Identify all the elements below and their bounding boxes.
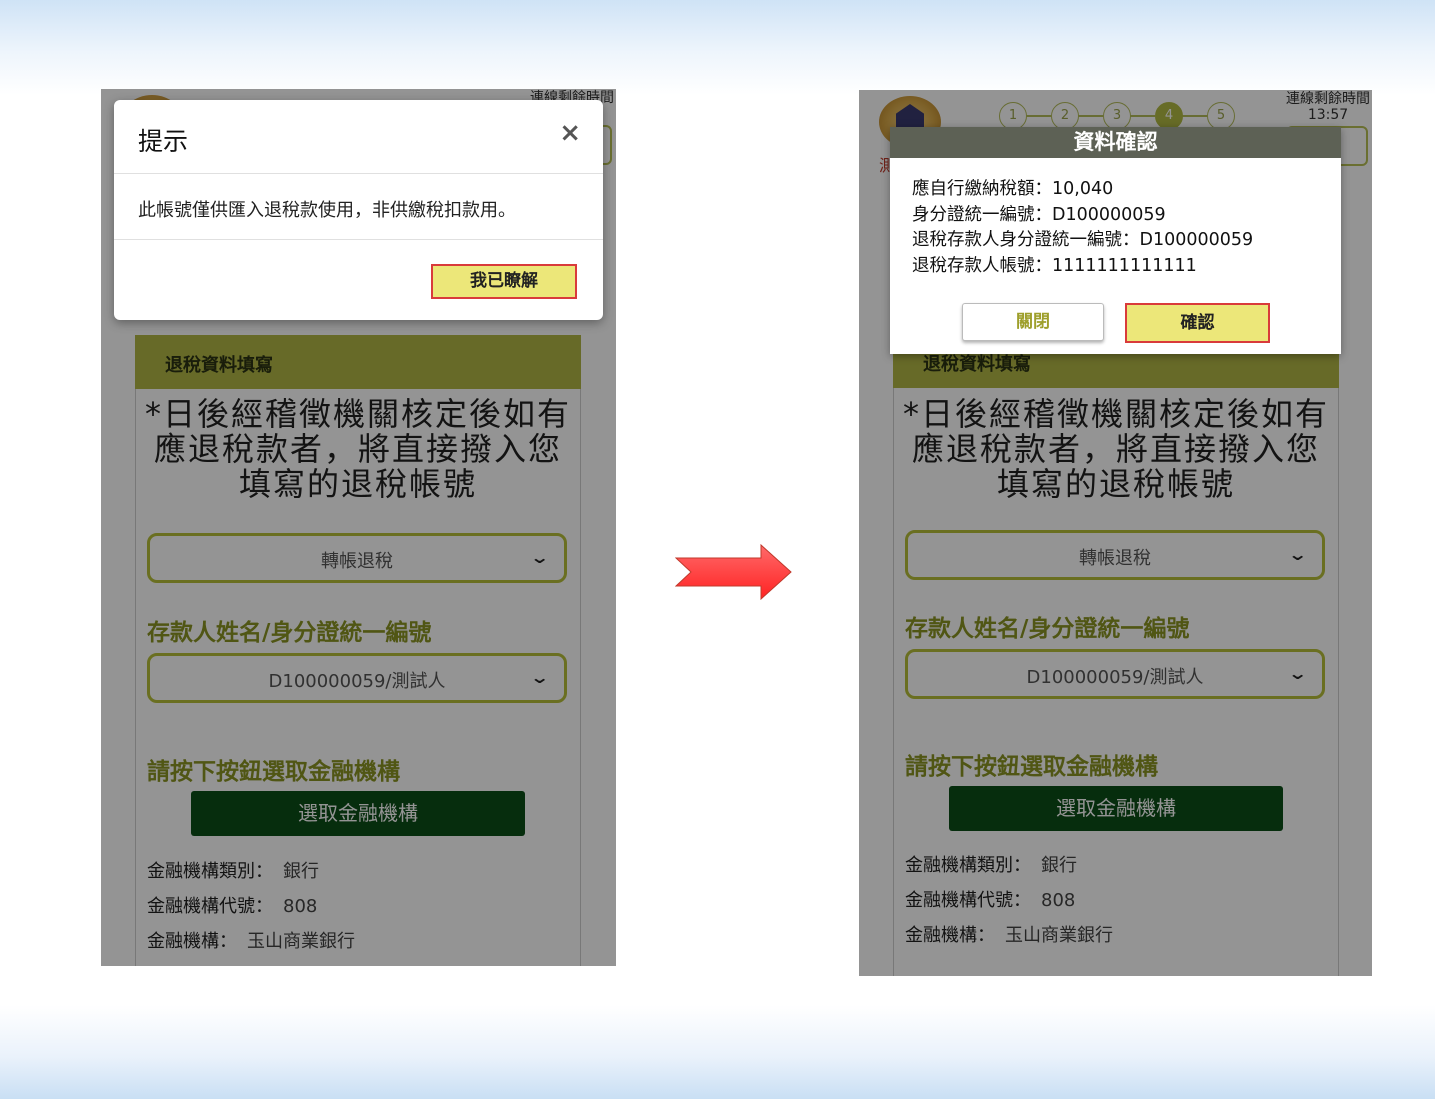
detail-id-number: 身分證統一編號：D100000059 [912,204,1166,225]
acknowledge-button[interactable]: 我已瞭解 [431,264,577,299]
confirm-modal: 資料確認 應自行繳納稅額：10,040 身分證統一編號：D100000059 退… [890,127,1341,354]
detail-depositor-id: 退稅存款人身分證統一編號：D100000059 [912,230,1254,250]
close-icon[interactable]: × [559,118,581,148]
hint-modal: 提示 × 此帳號僅供匯入退稅款使用，非供繳稅扣款用。 我已瞭解 [114,100,603,320]
bottom-gradient-band [0,1005,1435,1099]
detail-depositor-account: 退稅存款人帳號：1111111111111 [912,255,1197,276]
hint-modal-message: 此帳號僅供匯入退稅款使用，非供繳稅扣款用。 [138,200,516,221]
top-gradient-band [0,0,1435,95]
confirm-modal-title: 資料確認 [890,127,1341,158]
left-screenshot: 連線剩餘時間 退稅資料填寫 *日後經稽徵機關核定後如有應退稅款者，將直接撥入您填… [101,89,616,966]
detail-tax-due: 應自行繳納稅額：10,040 [912,179,1114,199]
confirm-button[interactable]: 確認 [1125,303,1270,343]
right-screenshot: 測 1 2 3 4 5 連線剩餘時間 13:57 退稅資料填寫 *日後經稽徵機關… [859,90,1372,976]
right-arrow-icon [675,544,792,600]
close-button[interactable]: 關閉 [962,303,1104,341]
modal-divider [114,173,603,174]
modal-divider [114,239,603,240]
hint-modal-title: 提示 [138,127,189,156]
confirm-details: 應自行繳納稅額：10,040 身分證統一編號：D100000059 退稅存款人身… [912,177,1253,279]
